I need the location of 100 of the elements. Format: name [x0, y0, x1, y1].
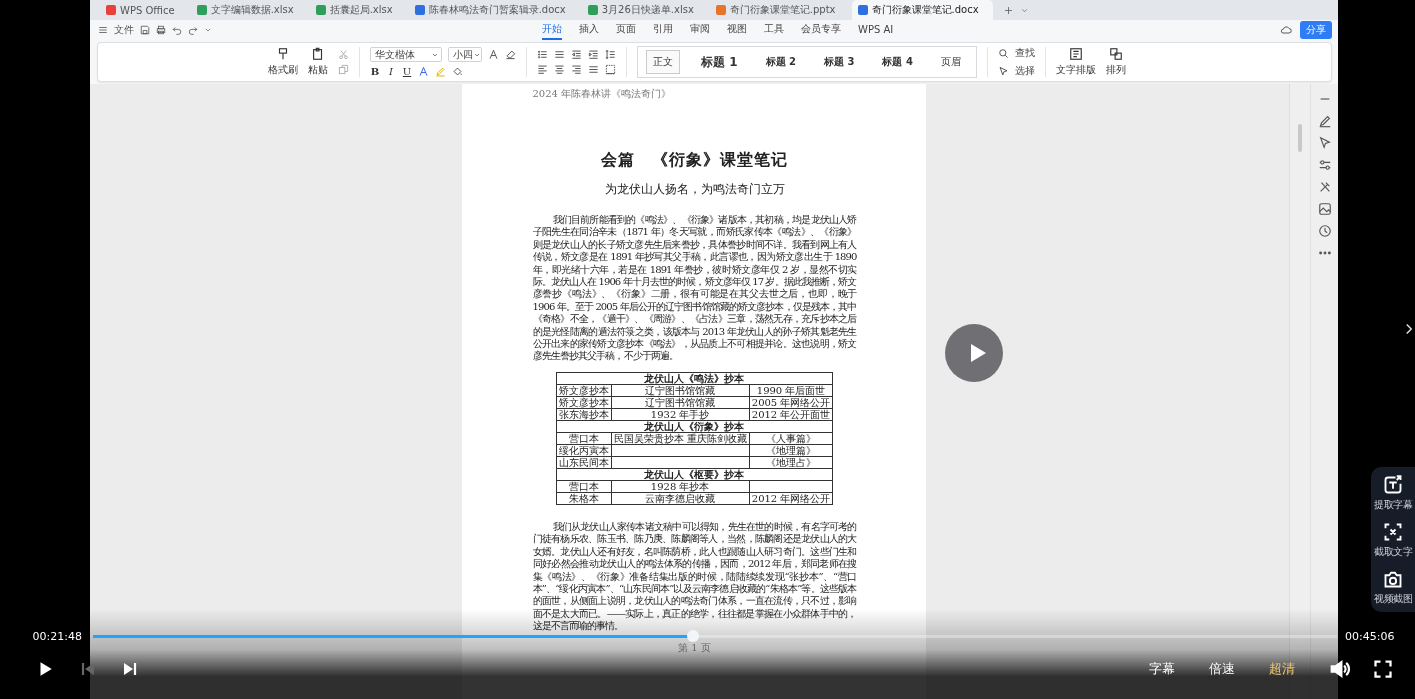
scan-icon[interactable] — [1383, 522, 1403, 542]
indent-icon[interactable] — [588, 49, 599, 60]
border-icon[interactable] — [605, 64, 616, 75]
subtitles-button[interactable]: 字幕 — [1149, 660, 1175, 678]
format-toggle[interactable]: U — [402, 66, 412, 77]
table-cell: 2012 年网络公开 — [749, 492, 833, 505]
align-center-icon[interactable] — [554, 64, 565, 75]
print-icon[interactable] — [156, 25, 166, 35]
presentation-file-icon — [715, 5, 726, 15]
quality-button[interactable]: 超清 — [1269, 660, 1295, 678]
table-cell: 营口本 — [556, 480, 612, 493]
ribbon-tab[interactable]: 视图 — [727, 20, 747, 40]
ribbon-tab[interactable]: 审阅 — [690, 20, 710, 40]
find-button[interactable]: 查找 — [1014, 46, 1035, 60]
camera-icon[interactable] — [1383, 569, 1403, 589]
shading-icon[interactable] — [452, 66, 463, 77]
outdent-icon[interactable] — [571, 49, 582, 60]
file-tab[interactable]: 括囊起局.xlsx — [309, 0, 407, 20]
file-tab[interactable]: 奇门衍象课堂笔记.pptx — [709, 0, 850, 20]
image-icon[interactable] — [1317, 202, 1332, 216]
table-cell: 云南李德启收藏 — [611, 492, 750, 505]
format-painter-label[interactable]: 格式刷 — [268, 63, 298, 77]
font-family-select[interactable]: 华文楷体 — [370, 47, 442, 62]
ribbon-tab[interactable]: 引用 — [653, 20, 673, 40]
tool-label[interactable]: 视频截图 — [1374, 592, 1412, 606]
fullscreen-button[interactable] — [1373, 659, 1393, 679]
add-tab-icon[interactable] — [1002, 4, 1014, 16]
style-option[interactable]: 标题 1 — [694, 48, 745, 76]
tool-label[interactable]: 截取文字 — [1374, 545, 1412, 559]
font-color-icon[interactable] — [418, 66, 429, 77]
justify-icon[interactable] — [588, 64, 599, 75]
eraser-icon[interactable] — [505, 49, 516, 60]
ribbon-tab[interactable]: 插入 — [579, 20, 599, 40]
table-cell: 营口本 — [556, 432, 612, 445]
redo-icon[interactable] — [188, 25, 198, 35]
table-cell: 张东海抄本 — [556, 408, 612, 421]
file-tab[interactable]: 3月26日快递单.xlsx — [581, 0, 708, 20]
table-cell: 1932 年手抄 — [611, 408, 750, 421]
style-option[interactable]: 标题 3 — [817, 50, 862, 74]
scrollbar-thumb[interactable] — [1298, 124, 1302, 152]
menu-icon[interactable] — [98, 25, 108, 35]
caret-icon[interactable] — [204, 26, 212, 34]
paste-label[interactable]: 粘贴 — [308, 63, 328, 77]
ribbon-tab[interactable]: 会员专享 — [801, 20, 841, 40]
bullet-list-icon[interactable] — [537, 49, 548, 60]
font-size-icon[interactable] — [488, 49, 499, 60]
list-icon[interactable] — [554, 49, 565, 60]
style-option[interactable]: 标题 2 — [758, 50, 803, 74]
line-spacing-icon[interactable] — [605, 49, 616, 60]
cursor-icon[interactable] — [1317, 136, 1332, 150]
cursor-icon[interactable] — [997, 65, 1009, 77]
search-icon[interactable] — [997, 47, 1009, 59]
style-option[interactable]: 页眉 — [933, 50, 968, 74]
table-cell: 《地理篇》 — [749, 444, 833, 457]
next-button[interactable] — [122, 661, 138, 677]
arrange-label[interactable]: 排列 — [1105, 63, 1126, 77]
select-button[interactable]: 选择 — [1014, 64, 1035, 78]
file-tab[interactable]: WPS Office — [100, 0, 189, 20]
app-logo-icon — [106, 5, 116, 15]
save-icon[interactable] — [140, 25, 150, 35]
clipboard-icon[interactable] — [311, 47, 325, 61]
arrange-icon[interactable] — [1108, 47, 1123, 61]
undo-icon[interactable] — [172, 25, 182, 35]
cloud-icon[interactable] — [1280, 24, 1292, 36]
format-toggle[interactable]: I — [386, 66, 396, 77]
table-cell: 1990 年后面世 — [749, 384, 833, 397]
file-tab[interactable]: 陈春林鸣法奇门暂案辑录.docx — [408, 0, 580, 20]
ribbon-tab[interactable]: WPS AI — [858, 21, 894, 39]
style-option[interactable]: 正文 — [646, 50, 680, 74]
paragraph: 我们从龙伏山人家传本诸文稿中可以得知，先生在世的时候，有名字可考的门徒有杨乐农、陈玉书、陈乃庚、陈麟阁等人，当然，陈麟阁还是龙伏山人的大女婿。龙伏山人还有好友，名叫陈荫桥，此人也跟随山人研习奇门。这些门生和同好必然会推动龙伏山人的鸣法体系的传播，因而，2012 年后，郑同老师在搜集《鸣法》、《衍象》准备结集出版的时候，陆陆续续发现“张抄本”、“营口本”、“绥化丙寅本”、“山东民间本”以及云南李德启收藏的“朱格本”等。这些版本的面世，从侧面上说明，龙伏山人的鸣法奇门体系，一直在流传，只不过，影响面不是太大而已。——实际上，真正的绝学，往往都是掌握在小众群体手中的，这是不言而喻的事情。 — [532, 520, 857, 633]
ribbon-tab[interactable]: 工具 — [764, 20, 784, 40]
tool-label[interactable]: 提取字幕 — [1374, 498, 1412, 512]
style-option[interactable]: 标题 4 — [875, 50, 920, 74]
table-cell: 朱格本 — [556, 492, 612, 505]
format-painter-icon[interactable] — [276, 47, 290, 61]
text-layout-icon[interactable] — [1068, 47, 1083, 61]
table-cell: 矫文彦抄本 — [556, 384, 612, 397]
table-cell: 矫文彦抄本 — [556, 396, 612, 409]
ribbon-tab[interactable]: 页面 — [616, 20, 636, 40]
format-toggle[interactable]: B — [370, 66, 380, 77]
pencil-icon[interactable] — [1317, 114, 1332, 128]
paragraph: 我们目前所能看到的《鸣法》、《衍象》诸版本，其初稿，均是龙伏山人矫子阳先生在同治辛未（1871 年）冬天写就，而矫氏家传本《鸣法》、《衍象》则是龙伏山人的长子矫文彦先生后来誊抄，具体誊抄时间不详。我看到网上有人传说，矫文彦是在 1891 年抄写其父手稿，此言谬也，因为矫文彦出生于 1890 年，即光绪十六年，若是在 1891 年誊抄，彼时矫文彦年仅 2 岁，显然不切实际。龙伏山人在 1906 年十月去世的时候，矫文彦年仅 17 岁。据此我推断，矫文彦誊抄《鸣法》、《衍象》二册，很有可能是在其父去世之后，也即，晚于 1906 年。至于 2005 年后公开的辽宁图书馆馆藏的矫文彦抄本，仅是残本，其中《奇格》不全，《遁干》、《周游》、《占法》三章，荡然无存，充斥抄本之后的是光怪陆离的遁法符箓之类，该版本与 2013 年龙伏山人的孙子矫其魁老先生公开出来的家传矫文彦抄本《鸣法》，从品质上不可相提并论。这也说明，矫文彦先生誊抄其父手稿，不少于两遍。 — [532, 214, 857, 363]
file-tab[interactable]: 奇门衍象课堂笔记.docx — [851, 0, 993, 20]
history-icon[interactable] — [1317, 224, 1332, 238]
table-section-title: 龙伏山人《鸣法》抄本 — [556, 372, 833, 385]
align-left-icon[interactable] — [537, 64, 548, 75]
text-layout-label[interactable]: 文字排版 — [1055, 63, 1096, 77]
file-tab[interactable]: 文字编辑数据.xlsx — [190, 0, 308, 20]
file-menu[interactable]: 文件 — [114, 23, 134, 37]
text-frame-icon[interactable] — [1383, 475, 1403, 495]
font-size-select[interactable]: 小四 — [448, 47, 482, 62]
document-subtitle: 为龙伏山人扬名，为鸣法奇门立万 — [603, 181, 786, 198]
spreadsheet-file-icon — [196, 5, 207, 15]
volume-button[interactable] — [1329, 658, 1351, 680]
align-right-icon[interactable] — [571, 64, 582, 75]
speed-button[interactable]: 倍速 — [1209, 660, 1235, 678]
table-cell: 2005 年网络公开 — [749, 396, 833, 409]
table-cell: 1928 年抄本 — [611, 480, 750, 493]
share-button[interactable]: 分享 — [1300, 21, 1332, 39]
sliders-icon[interactable] — [1317, 158, 1332, 172]
